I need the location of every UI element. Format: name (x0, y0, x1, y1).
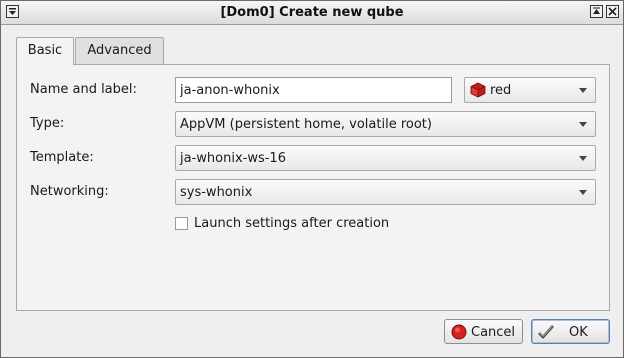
checkmark-icon (538, 325, 554, 339)
ok-button[interactable]: OK (531, 319, 610, 344)
launch-settings-label[interactable]: Launch settings after creation (194, 216, 389, 231)
type-select[interactable]: AppVM (persistent home, volatile root) (175, 111, 596, 137)
close-button[interactable] (606, 5, 619, 18)
template-value: ja-whonix-ws-16 (180, 151, 286, 166)
name-input[interactable] (176, 78, 440, 102)
cancel-icon (451, 324, 467, 340)
template-label: Template: (30, 150, 94, 165)
type-label: Type: (30, 116, 65, 131)
chevron-down-icon (579, 88, 587, 93)
maximize-icon (593, 7, 600, 14)
networking-select[interactable]: sys-whonix (175, 179, 596, 205)
networking-value: sys-whonix (180, 185, 253, 200)
close-icon (608, 7, 617, 16)
label-color-select[interactable]: red (464, 77, 596, 103)
title-bar[interactable]: [Dom0] Create new qube (1, 1, 623, 25)
red-cube-icon (470, 82, 486, 98)
ok-label: OK (569, 325, 588, 340)
name-field[interactable] (175, 77, 452, 103)
label-color-value: red (490, 83, 512, 98)
chevron-down-icon (579, 156, 587, 161)
window-title: [Dom0] Create new qube (220, 5, 404, 20)
launch-settings-checkbox[interactable] (175, 217, 188, 230)
create-qube-dialog: [Dom0] Create new qube Basic Advanced Na… (0, 0, 624, 358)
maximize-button[interactable] (590, 5, 603, 18)
type-value: AppVM (persistent home, volatile root) (180, 117, 432, 132)
tab-basic[interactable]: Basic (16, 37, 74, 65)
name-and-label-label: Name and label: (30, 82, 137, 97)
cancel-button[interactable]: Cancel (444, 319, 523, 344)
chevron-down-icon (579, 122, 587, 127)
tab-advanced[interactable]: Advanced (75, 37, 164, 64)
chevron-down-icon (579, 190, 587, 195)
cancel-label: Cancel (471, 325, 516, 340)
networking-label: Networking: (30, 184, 109, 199)
template-select[interactable]: ja-whonix-ws-16 (175, 145, 596, 171)
